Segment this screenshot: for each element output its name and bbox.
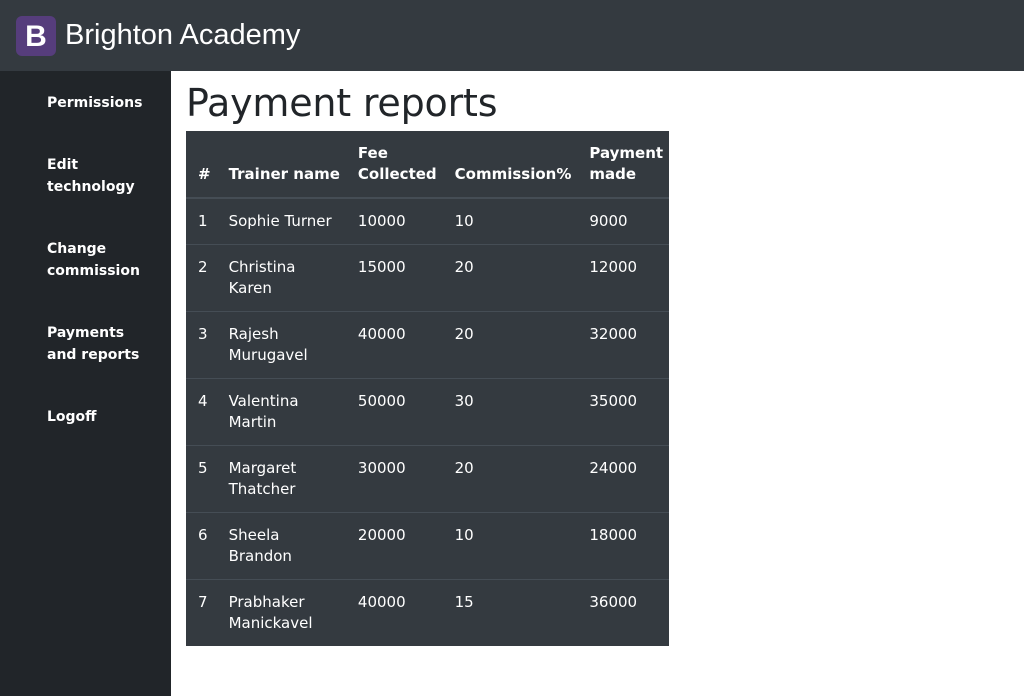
cell-payment-made: 12000 <box>577 244 670 312</box>
table-row: 3 Rajesh Murugavel 40000 20 32000 <box>186 311 670 379</box>
cell-trainer-name: Christina Karen <box>216 244 346 312</box>
sidebar-item-logoff[interactable]: Logoff <box>47 406 167 428</box>
cell-payment-made: 9000 <box>589 212 628 230</box>
table-header-row: # Trainer name Fee Collected Commission%… <box>186 131 670 199</box>
cell-payment-made: 32000 <box>577 311 670 379</box>
cell-index: 5 <box>186 445 217 513</box>
cell-fee-collected: 10000 <box>357 212 406 230</box>
cell-commission: 15 <box>442 579 578 646</box>
cell-payment-made: 36000 <box>577 579 670 646</box>
header-index: # <box>186 131 217 199</box>
cell-payment-made: 35000 <box>577 378 670 446</box>
cell-trainer-name: Sheela Brandon <box>216 512 346 580</box>
cell-commission: 20 <box>442 311 578 379</box>
cell-commission: 30 <box>442 378 578 446</box>
header-fee-collected: Fee Collected <box>345 131 443 199</box>
table-row: 6 Sheela Brandon 20000 10 18000 <box>186 512 670 580</box>
cell-payment-made: 18000 <box>577 512 670 580</box>
cell-fee-collected: 30000 <box>345 445 443 513</box>
table-row: 2 Christina Karen 15000 20 12000 <box>186 244 670 312</box>
header-commission: Commission% <box>442 131 578 199</box>
cell-index: 1 <box>198 212 208 230</box>
table-row: 4 Valentina Martin 50000 30 35000 <box>186 378 670 446</box>
cell-commission: 20 <box>442 445 578 513</box>
cell-fee-collected: 15000 <box>345 244 443 312</box>
cell-fee-collected: 40000 <box>345 311 443 379</box>
payment-report-table: # Trainer name Fee Collected Commission%… <box>186 131 670 646</box>
brand-name[interactable]: Brighton Academy <box>65 19 300 52</box>
cell-index: 3 <box>186 311 217 379</box>
top-navbar: B Brighton Academy <box>0 0 1024 71</box>
cell-commission: 10 <box>442 512 578 580</box>
cell-fee-collected: 20000 <box>345 512 443 580</box>
cell-payment-made: 24000 <box>577 445 670 513</box>
table-row: 7 Prabhaker Manickavel 40000 15 36000 <box>186 579 670 646</box>
page-title: Payment reports <box>186 81 498 125</box>
cell-fee-collected: 40000 <box>345 579 443 646</box>
header-payment-made: Payment made <box>577 131 670 199</box>
table-row: 5 Margaret Thatcher 30000 20 24000 <box>186 445 670 513</box>
cell-trainer-name: Rajesh Murugavel <box>216 311 346 379</box>
header-trainer-name: Trainer name <box>216 131 346 199</box>
cell-commission: 20 <box>442 244 578 312</box>
sidebar-item-permissions[interactable]: Permissions <box>47 92 167 114</box>
sidebar-item-edit-technology[interactable]: Edit technology <box>47 154 137 198</box>
cell-index: 6 <box>186 512 217 580</box>
cell-trainer-name: Sophie Turner <box>228 212 332 230</box>
sidebar-item-change-commission[interactable]: Change commission <box>47 238 140 282</box>
cell-index: 2 <box>186 244 217 312</box>
cell-commission: 10 <box>454 212 474 230</box>
cell-trainer-name: Margaret Thatcher <box>216 445 346 513</box>
cell-trainer-name: Prabhaker Manickavel <box>216 579 346 646</box>
sidebar: Permissions Edit technology Change commi… <box>0 71 171 696</box>
sidebar-item-payments-and-reports[interactable]: Payments and reports <box>47 322 157 366</box>
brand-logo[interactable]: B <box>16 15 56 56</box>
table-row: 1 Sophie Turner 10000 10 9000 <box>186 198 669 245</box>
cell-trainer-name: Valentina Martin <box>216 378 346 446</box>
cell-index: 7 <box>186 579 217 646</box>
cell-index: 4 <box>186 378 217 446</box>
cell-fee-collected: 50000 <box>345 378 443 446</box>
